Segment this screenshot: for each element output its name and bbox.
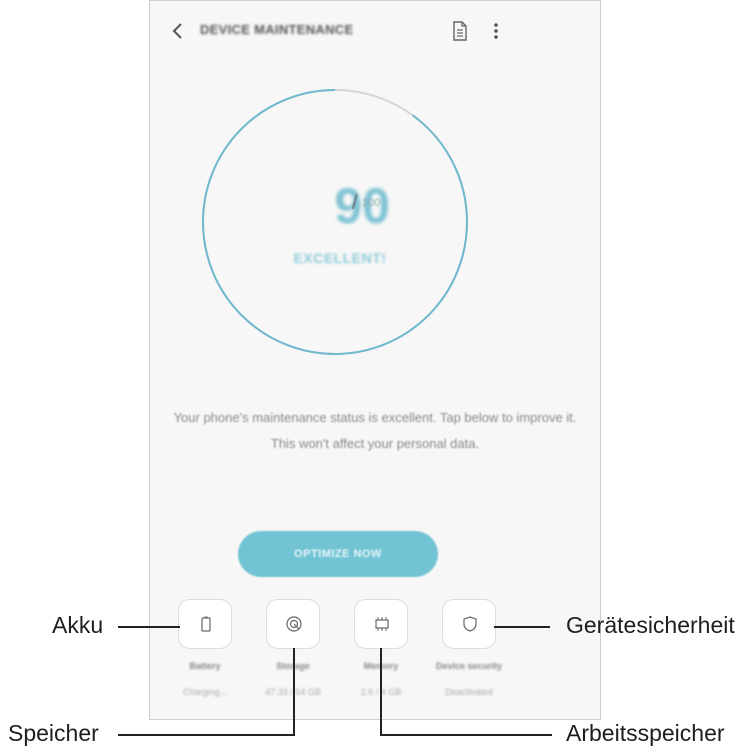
- callout-akku: Akku: [52, 612, 104, 638]
- battery-status: Charging...: [182, 687, 228, 697]
- battery-tool-button[interactable]: [178, 599, 232, 649]
- callout-geraetesicherheit: Gerätesicherheit: [566, 612, 735, 638]
- callout-line-akku: [118, 626, 180, 628]
- phone-screen: DEVICE MAINTENANCE 90 / 100 EXCELLENT! Y…: [149, 0, 601, 720]
- score-max: 100: [362, 197, 381, 209]
- memory-tool-button[interactable]: [354, 599, 408, 649]
- callout-line-speicher-h: [118, 734, 295, 736]
- device-security-tool-button[interactable]: [442, 599, 496, 649]
- device-security-status: Deactivated: [445, 687, 493, 697]
- storage-icon: [286, 616, 302, 632]
- storage-tool-button[interactable]: [266, 599, 320, 649]
- battery-label: Battery: [189, 661, 221, 671]
- battery-icon: [201, 616, 211, 632]
- shield-icon: [463, 616, 477, 632]
- callout-line-arbeitsspeicher-h: [380, 734, 552, 736]
- callout-arbeitsspeicher: Arbeitsspeicher: [566, 720, 725, 746]
- memory-chip-icon: [375, 617, 389, 631]
- optimize-now-button[interactable]: OPTIMIZE NOW: [238, 531, 438, 577]
- callout-line-geraetesicherheit: [494, 626, 550, 628]
- device-security-label: Device security: [435, 661, 503, 671]
- callout-line-arbeitsspeicher-v: [380, 648, 382, 735]
- callout-line-speicher-v: [293, 648, 295, 735]
- status-message: Your phone's maintenance status is excel…: [173, 410, 577, 451]
- score-status: EXCELLENT!: [293, 250, 387, 266]
- score-slash: /: [352, 192, 358, 214]
- callout-speicher: Speicher: [8, 720, 99, 746]
